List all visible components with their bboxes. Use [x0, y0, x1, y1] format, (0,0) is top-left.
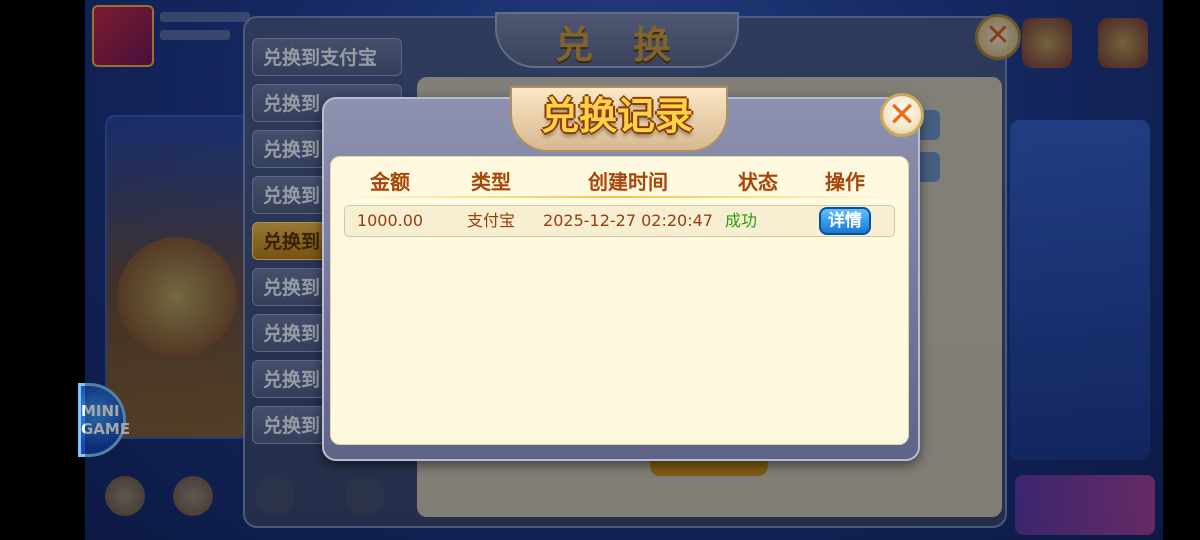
column-header-amount: 金额 [370, 170, 410, 194]
cell-status: 成功 [724, 211, 757, 230]
close-icon[interactable]: ✕ [880, 93, 924, 137]
header-divider [338, 196, 898, 198]
column-header-type: 类型 [471, 170, 511, 194]
cell-amount: 1000.00 [356, 211, 424, 230]
column-header-action: 操作 [825, 170, 865, 194]
letterbox-right [1163, 0, 1200, 540]
record-panel [330, 156, 909, 445]
cell-type: 支付宝 [466, 211, 515, 230]
column-header-created: 创建时间 [588, 170, 668, 194]
modal-title: 兑换记录 [540, 94, 693, 138]
detail-button[interactable]: 详情 [819, 207, 871, 235]
column-header-status: 状态 [738, 170, 778, 194]
cell-created: 2025-12-27 02:20:47 [543, 211, 713, 230]
letterbox-left [0, 0, 85, 540]
